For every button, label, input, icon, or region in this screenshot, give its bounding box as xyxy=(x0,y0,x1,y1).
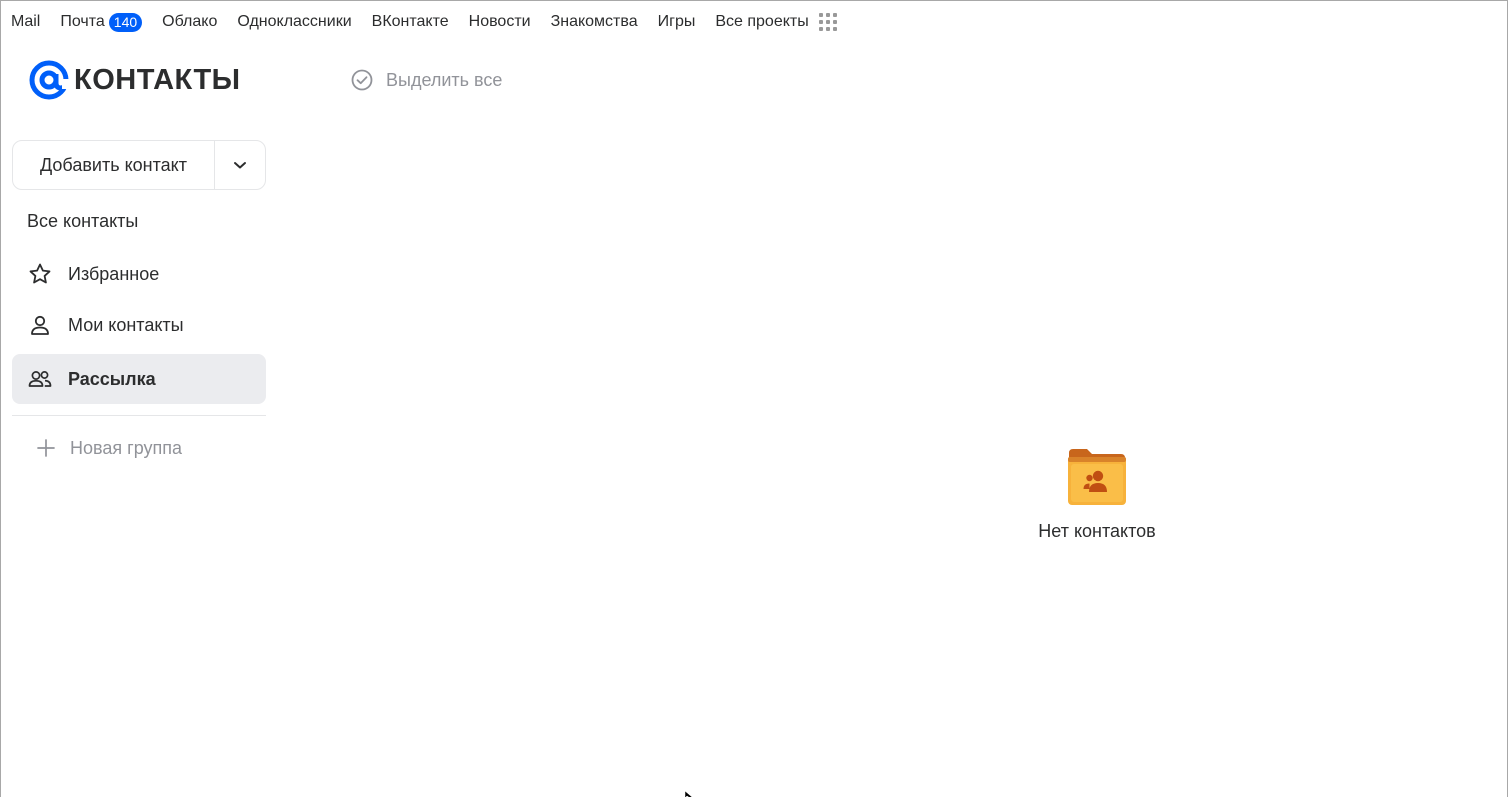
mouse-cursor-icon xyxy=(685,791,693,797)
nav-oblako-label: Облако xyxy=(162,13,218,30)
nav-novosti[interactable]: Новости xyxy=(469,13,531,31)
at-sign-icon xyxy=(29,60,70,100)
new-group-button[interactable]: Новая группа xyxy=(12,423,266,473)
check-circle-icon xyxy=(351,69,373,91)
add-contact-dropdown[interactable] xyxy=(215,141,265,189)
sidebar-item-label: Мои контакты xyxy=(68,314,184,335)
sidebar-item-label: Избранное xyxy=(68,263,160,284)
nav-pochta[interactable]: Почта 140 xyxy=(60,12,143,32)
sidebar-item-label: Рассылка xyxy=(68,368,156,389)
nav-all-projects-label: Все проекты xyxy=(715,13,809,30)
add-contact-button[interactable]: Добавить контакт xyxy=(13,141,215,189)
sidebar-item-mailing[interactable]: Рассылка xyxy=(12,354,266,404)
contacts-logo[interactable]: КОНТАКТЫ xyxy=(28,59,241,101)
nav-novosti-label: Новости xyxy=(468,13,531,30)
sidebar-item-all-contacts[interactable]: Все контакты xyxy=(27,211,138,232)
nav-odnoklassniki[interactable]: Одноклассники xyxy=(237,13,351,31)
nav-oblako[interactable]: Облако xyxy=(162,13,217,31)
unread-badge: 140 xyxy=(108,12,143,32)
nav-igry-label: Игры xyxy=(657,13,696,30)
nav-mail[interactable]: Mail xyxy=(11,13,40,31)
plus-icon xyxy=(32,438,60,458)
sidebar-item-my-contacts[interactable]: Мои контакты xyxy=(12,300,266,350)
new-group-label: Новая группа xyxy=(70,437,183,458)
nav-vkontakte-label: ВКонтакте xyxy=(371,13,449,30)
contacts-folder-icon xyxy=(1068,449,1126,505)
grid-icon[interactable] xyxy=(818,13,837,31)
nav-odnoklassniki-label: Одноклассники xyxy=(237,13,352,30)
empty-state-label: Нет контактов xyxy=(1038,521,1156,541)
top-navigation: Mail Почта 140 Облако Одноклассники ВКонт… xyxy=(1,1,837,43)
select-all-label: Выделить все xyxy=(386,69,503,90)
nav-znakomstva[interactable]: Знакомства xyxy=(551,13,638,31)
nav-mail-label: Mail xyxy=(11,13,41,30)
sidebar-divider xyxy=(12,415,266,416)
sidebar-item-favorites[interactable]: Избранное xyxy=(12,249,266,299)
chevron-down-icon xyxy=(234,162,246,169)
user-icon xyxy=(26,311,54,339)
nav-znakomstva-label: Знакомства xyxy=(550,13,638,30)
nav-all-projects[interactable]: Все проекты xyxy=(715,13,808,31)
star-icon xyxy=(26,260,54,288)
select-all-button[interactable]: Выделить все xyxy=(351,69,502,91)
empty-state: Нет контактов xyxy=(1017,447,1177,542)
add-contact-group: Добавить контакт xyxy=(12,140,266,190)
logo-text: КОНТАКТЫ xyxy=(74,63,241,96)
nav-vkontakte[interactable]: ВКонтакте xyxy=(372,13,449,31)
nav-pochta-label: Почта xyxy=(60,13,105,30)
nav-igry[interactable]: Игры xyxy=(658,13,696,31)
users-icon xyxy=(26,365,54,393)
